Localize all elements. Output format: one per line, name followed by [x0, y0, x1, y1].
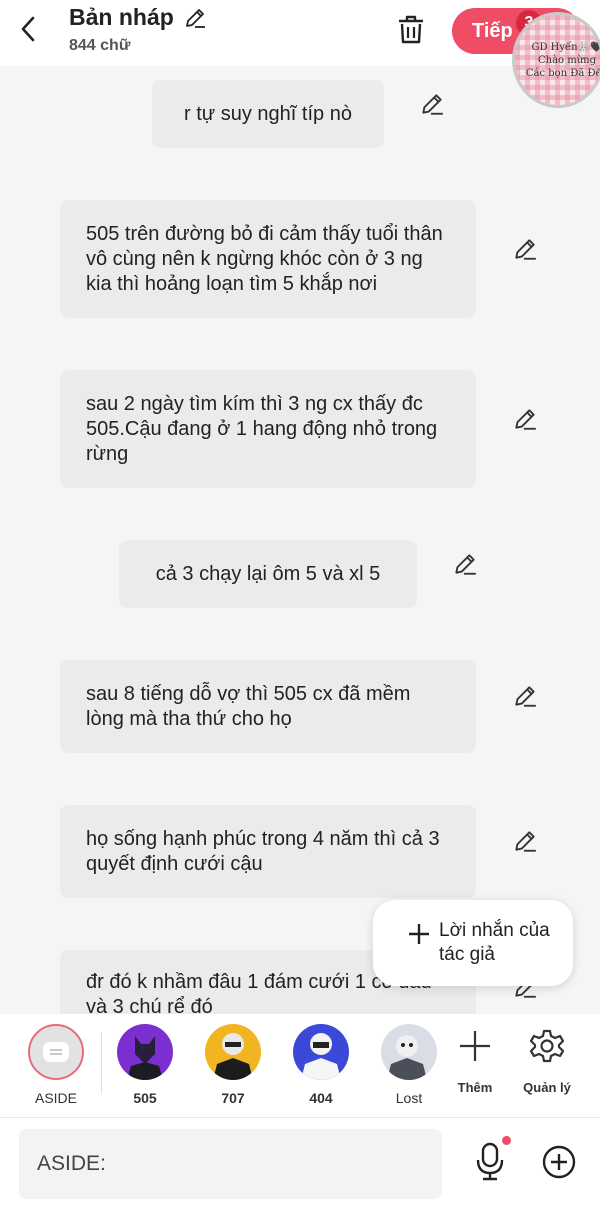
pencil-icon — [455, 554, 476, 575]
character-aside[interactable]: ASIDE — [21, 1024, 91, 1106]
back-button[interactable] — [14, 14, 42, 44]
character-name: 707 — [221, 1090, 245, 1106]
message-list[interactable]: r tự suy nghĩ típ nò 505 trên đường bỏ đ… — [0, 66, 600, 1014]
message-bubble[interactable]: sau 8 tiếng dỗ vợ thì 505 cx đã mềm lòng… — [60, 660, 476, 753]
avatar — [381, 1024, 437, 1080]
add-attachment-button[interactable] — [541, 1144, 577, 1180]
chat-editor-screen: Bản nháp 844 chữ Tiếp 3 GD Hyến🐰🖤 Chào m… — [0, 0, 600, 1210]
avatar — [293, 1024, 349, 1080]
avatar-figure — [301, 1033, 341, 1080]
plus-icon — [409, 924, 429, 944]
message-bubble[interactable]: 505 trên đường bỏ đi cảm thấy tuổi thân … — [60, 200, 476, 318]
pencil-icon — [515, 239, 536, 260]
composer — [0, 1118, 600, 1210]
pencil-icon — [422, 94, 443, 115]
pencil-icon — [185, 8, 205, 28]
avatar-figure — [213, 1033, 253, 1080]
edit-message-button[interactable] — [510, 826, 540, 856]
manage-label: Quản lý — [523, 1080, 571, 1095]
manage-characters-button[interactable]: Quản lý — [515, 1026, 579, 1095]
character-name: 404 — [309, 1090, 333, 1106]
divider — [101, 1032, 102, 1094]
edit-message-button[interactable] — [510, 404, 540, 434]
trash-icon — [399, 15, 423, 44]
top-bar: Bản nháp 844 chữ Tiếp 3 GD Hyến🐰🖤 Chào m… — [0, 0, 600, 108]
author-note-label: Lời nhắn của tác giả — [439, 920, 550, 965]
pencil-icon — [515, 409, 536, 430]
add-label: Thêm — [457, 1080, 493, 1095]
character-bar: ASIDE 505 707 404 Lost Thêm Quản lý — [0, 1014, 600, 1118]
plus-icon — [460, 1031, 490, 1061]
microphone-button[interactable] — [472, 1140, 508, 1184]
microphone-icon — [476, 1142, 504, 1181]
edit-message-button[interactable] — [510, 681, 540, 711]
chevron-left-icon — [21, 16, 35, 42]
character-404[interactable]: 404 — [286, 1024, 356, 1106]
next-button-label: Tiếp — [472, 19, 513, 42]
delete-button[interactable] — [394, 12, 428, 48]
edit-title-button[interactable] — [182, 5, 208, 31]
avatar — [205, 1024, 261, 1080]
author-note-button[interactable]: Lời nhắn của tác giả — [373, 900, 573, 986]
character-707[interactable]: 707 — [198, 1024, 268, 1106]
notification-dot — [502, 1136, 511, 1145]
edit-message-button[interactable] — [510, 234, 540, 264]
character-lost[interactable]: Lost — [374, 1024, 444, 1106]
narration-icon — [43, 1042, 69, 1062]
pencil-icon — [515, 686, 536, 707]
message-input[interactable] — [19, 1129, 442, 1199]
message-bubble[interactable]: sau 2 ngày tìm kím thì 3 ng cx thấy đc 5… — [60, 370, 476, 488]
plus-circle-icon — [542, 1145, 576, 1179]
edit-message-button[interactable] — [450, 549, 480, 579]
message-bubble[interactable]: cả 3 chạy lại ôm 5 và xl 5 — [119, 540, 417, 608]
character-name: ASIDE — [34, 1090, 77, 1106]
gear-icon — [529, 1029, 565, 1063]
character-name: Lost — [395, 1090, 423, 1106]
edit-message-button[interactable] — [417, 89, 447, 119]
word-count: 844 chữ — [69, 37, 131, 54]
avatar-figure — [387, 1035, 427, 1080]
aside-avatar — [28, 1024, 84, 1080]
character-505[interactable]: 505 — [110, 1024, 180, 1106]
add-character-button[interactable]: Thêm — [443, 1026, 507, 1095]
message-bubble[interactable]: r tự suy nghĩ típ nò — [152, 80, 384, 148]
title-block: Bản nháp 844 chữ — [69, 4, 208, 55]
pencil-icon — [515, 831, 536, 852]
character-name: 505 — [133, 1090, 157, 1106]
avatar — [117, 1024, 173, 1080]
message-bubble[interactable]: họ sống hạnh phúc trong 4 năm thì cả 3 q… — [60, 805, 476, 898]
page-title: Bản nháp — [69, 4, 174, 30]
avatar-figure — [127, 1036, 163, 1080]
